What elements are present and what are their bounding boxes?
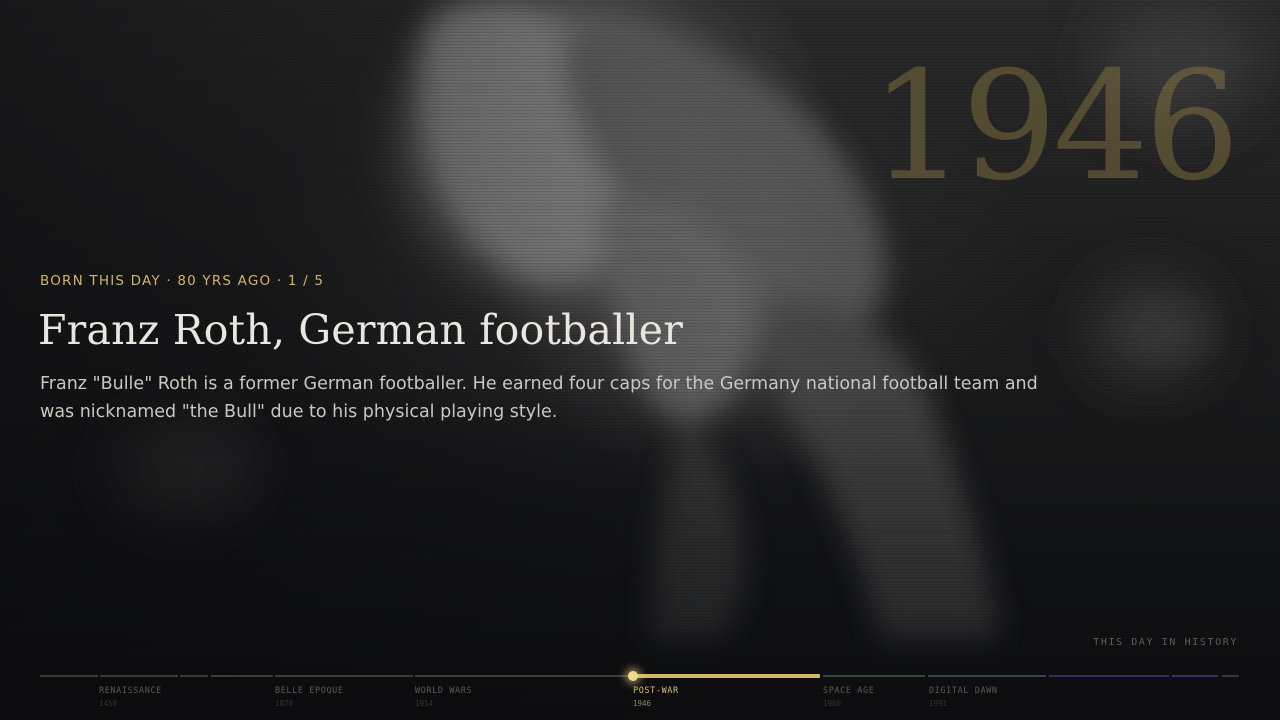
timeline-current-marker[interactable]	[628, 671, 638, 681]
featured-year: 1946	[870, 40, 1240, 214]
timeline-segment	[275, 675, 413, 677]
event-headline: Franz Roth, German footballer	[38, 306, 684, 354]
timeline-segment	[1049, 675, 1169, 677]
event-summary: Franz "Bulle" Roth is a former German fo…	[40, 374, 1038, 422]
timeline-segment	[823, 675, 925, 677]
timeline-segment	[211, 675, 273, 677]
timeline-track[interactable]	[40, 674, 1239, 678]
timeline-segment	[1172, 675, 1218, 677]
timeline-segment	[100, 675, 178, 677]
timeline-segment	[928, 675, 1046, 677]
timeline-era-belle-epoque[interactable]: BELLE EPOQUE 1870	[275, 686, 344, 708]
timeline-segment	[415, 675, 633, 677]
history-slide: 1946 BORN THIS DAY · 80 YRS AGO · 1 / 5 …	[0, 0, 1280, 720]
era-label: DIGITAL DAWN	[929, 686, 998, 696]
timeline-era-space-age[interactable]: SPACE AGE 1960	[823, 686, 874, 708]
era-year: 1991	[929, 699, 948, 708]
brand-label: THIS DAY IN HISTORY	[1093, 637, 1238, 648]
timeline-segment	[40, 675, 98, 677]
timeline-era-world-wars[interactable]: WORLD WARS 1914	[415, 686, 472, 708]
era-label: RENAISSANCE	[99, 686, 162, 696]
era-year: 1450	[99, 699, 118, 708]
era-label: SPACE AGE	[823, 686, 875, 696]
era-year: 1870	[275, 699, 294, 708]
timeline-era-post-war[interactable]: POST-WAR 1946	[633, 686, 679, 708]
timeline-era-renaissance[interactable]: RENAISSANCE 1450	[99, 686, 162, 708]
era-year: 1960	[823, 699, 842, 708]
era-label: BELLE EPOQUE	[275, 686, 344, 696]
timeline-segment	[1222, 675, 1239, 677]
timeline-progress	[633, 674, 821, 678]
era-year: 1946	[633, 699, 652, 708]
timeline-segment	[180, 675, 208, 677]
era-year: 1914	[415, 699, 434, 708]
timeline-era-digital-dawn[interactable]: DIGITAL DAWN 1991	[929, 686, 998, 708]
era-label: WORLD WARS	[415, 686, 473, 696]
event-kicker: BORN THIS DAY · 80 YRS AGO · 1 / 5	[40, 273, 325, 289]
era-label: POST-WAR	[633, 686, 679, 696]
